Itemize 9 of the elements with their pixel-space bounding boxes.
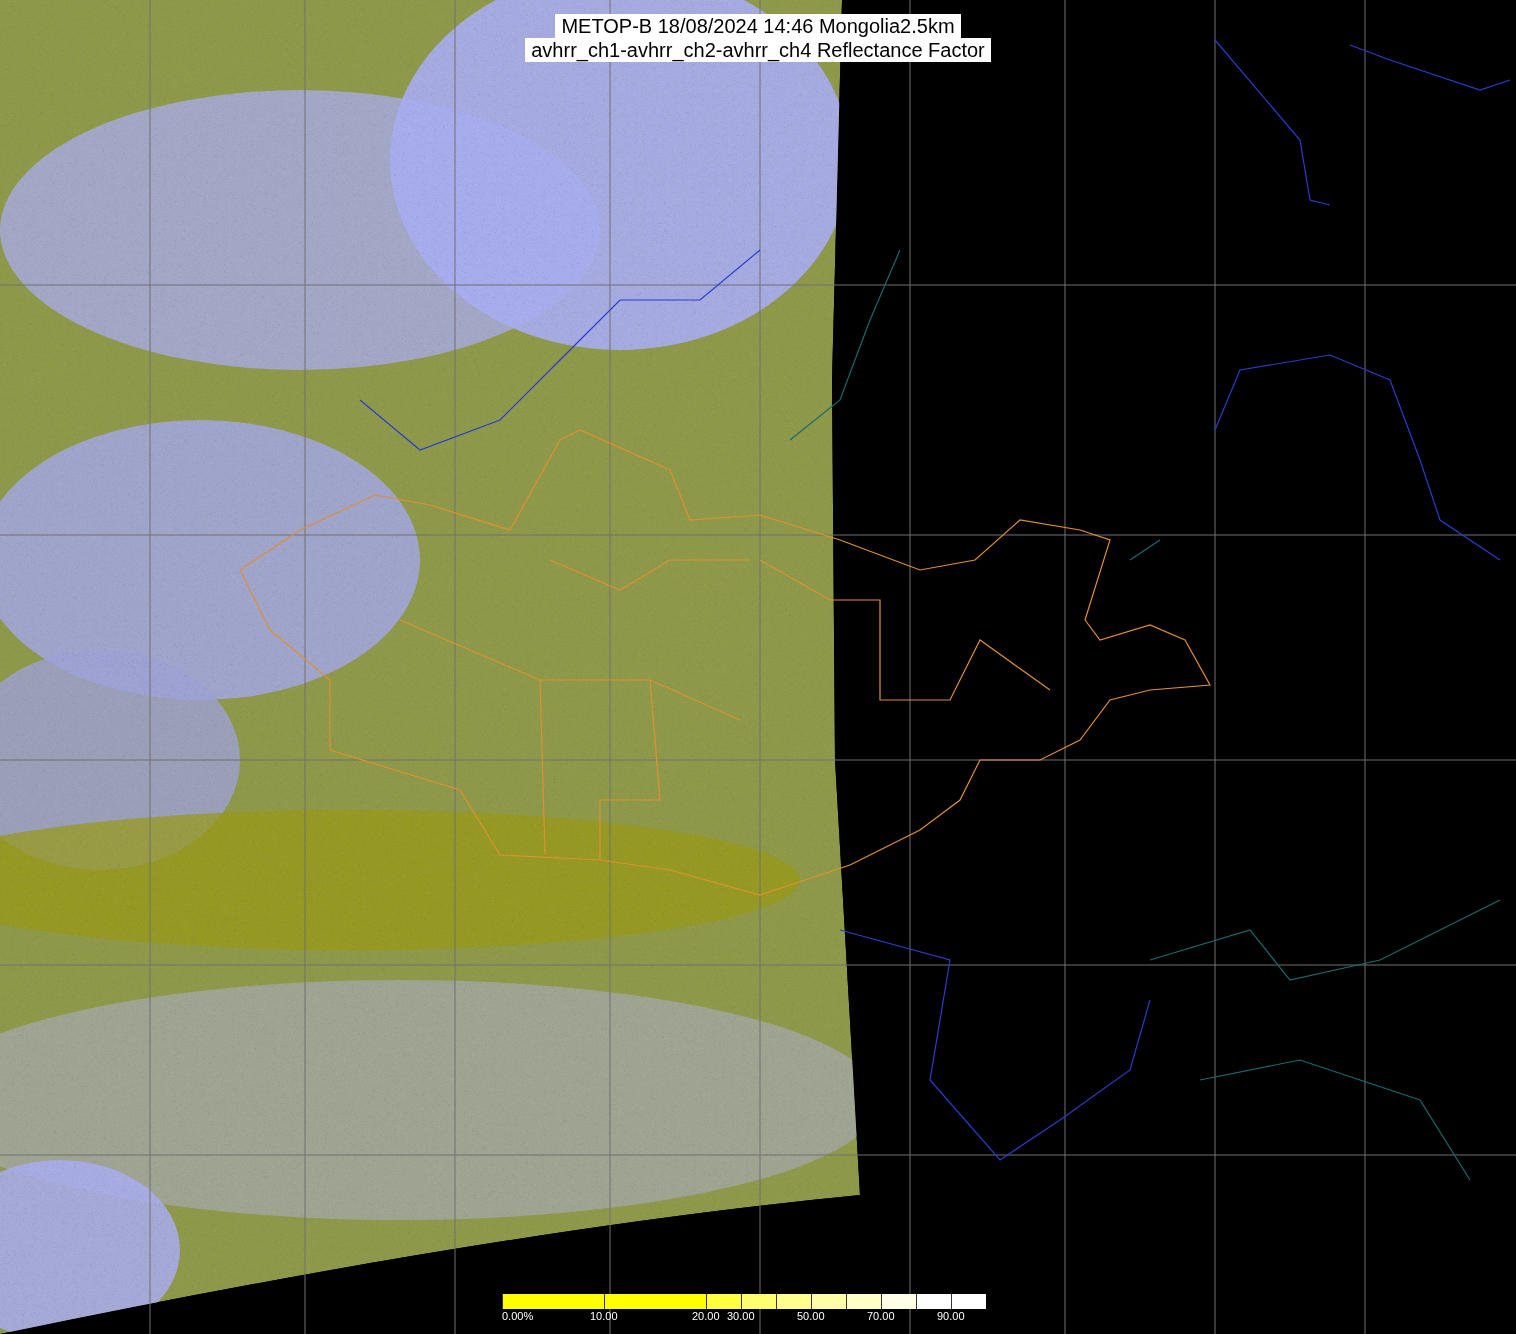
colorbar-tick-label: 90.00 [937,1309,965,1323]
colorbar-tick-label: 30.00 [727,1309,755,1323]
colorbar-tick-label: 50.00 [797,1309,825,1323]
map-title: avhrr_ch1-avhrr_ch2-avhrr_ch4 Reflectance Factor [525,38,991,62]
map-title: METOP-B 18/08/2024 14:46 Mongolia2.5km [555,14,961,38]
colorbar-tick-label: 20.00 [692,1309,720,1323]
colorbar-tick-label: 10.00 [590,1309,618,1323]
colorbar-tick-label: 0.00% [502,1309,534,1323]
colorbar-tick-label: 70.00 [867,1309,895,1323]
